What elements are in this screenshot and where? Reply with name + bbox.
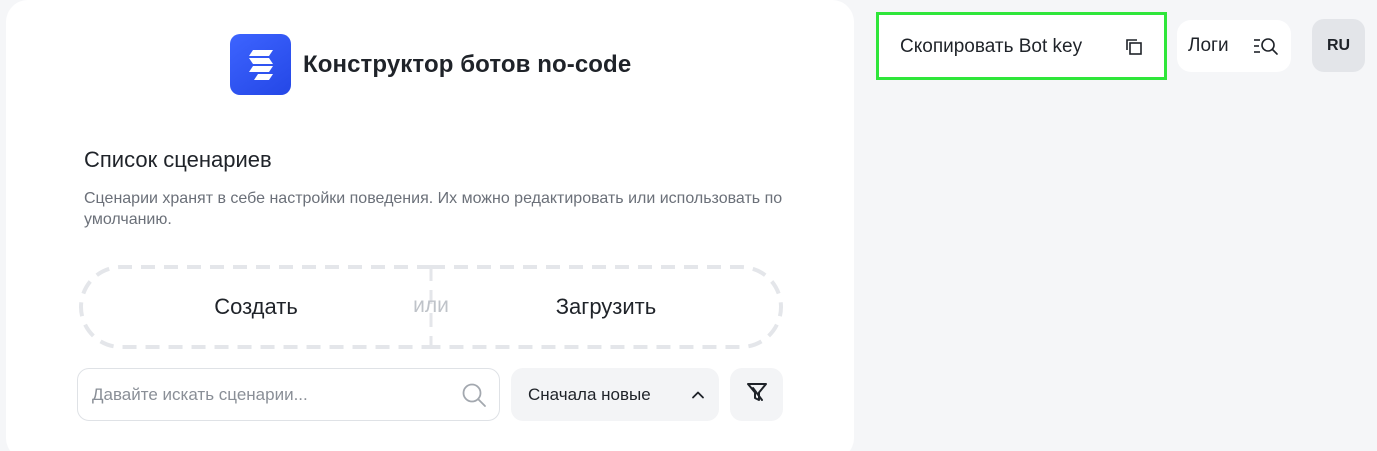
scenarios-title: Список сценариев (84, 147, 272, 172)
list-search-icon (1252, 35, 1280, 62)
upload-scenario-button[interactable]: Загрузить (428, 264, 784, 350)
language-switcher[interactable]: RU (1312, 19, 1365, 72)
sort-selected-value: Сначала новые (528, 384, 651, 404)
brand-header: Конструктор ботов no-code (230, 34, 631, 95)
search-icon[interactable] (461, 382, 487, 413)
search-input[interactable] (92, 369, 452, 420)
brand-logo-icon (230, 34, 291, 95)
copy-bot-key-label: Скопировать Bot key (900, 36, 1083, 57)
copy-bot-key-button[interactable]: Скопировать Bot key (876, 12, 1167, 80)
logs-button[interactable]: Логи (1177, 20, 1291, 72)
brand-title: Конструктор ботов no-code (303, 50, 632, 78)
sort-select[interactable]: Сначала новые (511, 368, 719, 421)
search-box (77, 368, 500, 421)
logs-label: Логи (1188, 35, 1229, 56)
chevron-up-icon (691, 385, 705, 405)
filter-button[interactable] (730, 368, 783, 421)
scenario-dropzone: Создать Загрузить или (78, 264, 784, 350)
create-scenario-button[interactable]: Создать (78, 264, 434, 350)
filter-icon (745, 380, 769, 409)
upload-scenario-label: Загрузить (555, 294, 657, 319)
create-scenario-label: Создать (214, 294, 298, 319)
or-separator: или (413, 294, 449, 317)
copy-icon (1124, 37, 1144, 62)
scenarios-description: Сценарии хранят в себе настройки поведен… (84, 190, 783, 228)
